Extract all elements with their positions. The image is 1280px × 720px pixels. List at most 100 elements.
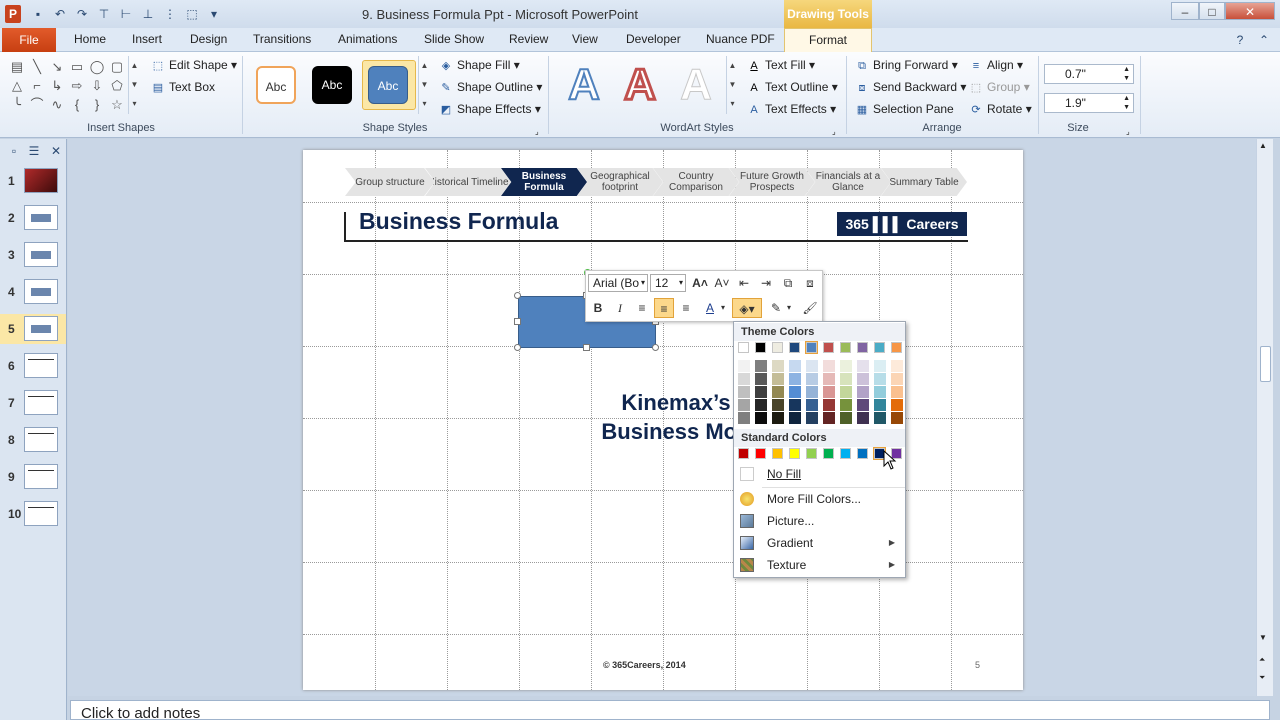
line-shape-icon[interactable]: ╲ [28, 58, 46, 76]
theme-shade-swatch[interactable] [891, 373, 903, 385]
minimize-button[interactable]: – [1171, 2, 1199, 20]
text-outline-button[interactable]: A Text Outline ▾ [746, 77, 837, 97]
tab-view[interactable]: View [572, 32, 598, 46]
nav-step-summary-table[interactable]: Summary Table [881, 168, 967, 196]
slide-thumbnail[interactable]: 1 [0, 166, 66, 196]
theme-shade-swatch[interactable] [806, 412, 818, 424]
theme-color-swatch[interactable] [789, 342, 800, 353]
theme-shade-swatch[interactable] [806, 399, 818, 411]
theme-shade-swatch[interactable] [755, 386, 767, 398]
left-brace-shape-icon[interactable]: { [68, 96, 86, 114]
theme-color-swatch[interactable] [772, 342, 783, 353]
wordart-style-outline-grey[interactable]: A [671, 60, 721, 110]
scroll-up-icon[interactable]: ▲ [1259, 141, 1267, 150]
format-painter-icon[interactable]: 🖌 [800, 298, 820, 318]
triangle-shape-icon[interactable]: △ [8, 77, 26, 95]
tab-review[interactable]: Review [509, 32, 548, 46]
standard-color-swatch[interactable] [840, 448, 851, 459]
tab-developer[interactable]: Developer [626, 32, 681, 46]
theme-shade-swatch[interactable] [755, 412, 767, 424]
theme-shade-swatch[interactable] [823, 373, 835, 385]
freeform-shape-icon[interactable]: ∿ [48, 96, 66, 114]
picture-fill-option[interactable]: Picture... [734, 510, 905, 532]
down-arrow-shape-icon[interactable]: ⇩ [88, 77, 106, 95]
right-arrow-shape-icon[interactable]: ⇨ [68, 77, 86, 95]
theme-shade-swatch[interactable] [806, 386, 818, 398]
font-size-select[interactable]: 12 ▾ [650, 274, 686, 292]
edit-shape-button[interactable]: ⬚ Edit Shape ▾ [150, 55, 237, 75]
tab-format[interactable]: Format [784, 28, 872, 53]
rotate-button[interactable]: ⟳ Rotate ▾ [968, 99, 1031, 119]
theme-shade-swatch[interactable] [823, 412, 835, 424]
shape-style-solid-black[interactable]: Abc [312, 66, 352, 104]
slide-thumbnail[interactable]: 2 [0, 203, 66, 233]
text-box-shape-icon[interactable]: ▤ [8, 58, 26, 76]
shapes-gallery[interactable]: ▤ ╲ ↘ ▭ ◯ ▢ △ ⌐ ↳ ⇨ ⇩ ⬠ ╰ ⌒ ∿ { } ☆ [8, 58, 140, 114]
arc-shape-icon[interactable]: ⌒ [28, 96, 46, 114]
slide-title[interactable]: Business Formula [359, 208, 558, 235]
nav-step-group-structure[interactable]: Group structure [345, 168, 435, 196]
standard-color-swatch[interactable] [823, 448, 834, 459]
texture-fill-option[interactable]: Texture ▶ [734, 554, 905, 576]
theme-color-swatch[interactable] [840, 342, 851, 353]
nav-step-country-comparison[interactable]: Country Comparison [653, 168, 739, 196]
send-backward-button[interactable]: ⧈ Send Backward ▾ [854, 77, 967, 97]
scroll-thumb[interactable] [1260, 346, 1271, 382]
slide-thumbnail[interactable]: 5 [0, 314, 66, 344]
close-button[interactable]: ✕ [1225, 2, 1275, 20]
selection-pane-button[interactable]: ▦ Selection Pane [854, 99, 954, 119]
send-to-back-icon[interactable]: ⧈ [800, 273, 820, 293]
curve-shape-icon[interactable]: ╰ [8, 96, 26, 114]
help-icon[interactable]: ? [1232, 32, 1248, 48]
theme-shade-swatch[interactable] [772, 360, 784, 372]
tab-file[interactable]: File [2, 28, 56, 52]
shape-style-blue-selected[interactable]: Abc [368, 66, 408, 104]
standard-color-swatch[interactable] [806, 448, 817, 459]
theme-shade-swatch[interactable] [806, 360, 818, 372]
group-button[interactable]: ⬚ Group ▾ [968, 77, 1030, 97]
wordart-style-outline-blue[interactable]: A [559, 59, 609, 110]
nav-step-future-growth-prospects[interactable]: Future Growth Prospects [729, 168, 815, 196]
nav-step-financials-at-a-glance[interactable]: Financials at a Glance [805, 168, 891, 196]
elbow-connector-shape-icon[interactable]: ⌐ [28, 77, 46, 95]
theme-shade-swatch[interactable] [874, 386, 886, 398]
theme-shade-swatch[interactable] [823, 399, 835, 411]
tab-slide-show[interactable]: Slide Show [424, 32, 484, 46]
rounded-rectangle-shape-icon[interactable]: ▢ [108, 58, 126, 76]
right-brace-shape-icon[interactable]: } [88, 96, 106, 114]
vertical-scrollbar[interactable]: ▲ ▼ ⏶ ⏷ [1256, 139, 1273, 696]
pentagon-shape-icon[interactable]: ⬠ [108, 77, 126, 95]
decrease-indent-icon[interactable]: ⇤ [734, 273, 754, 293]
elbow-arrow-shape-icon[interactable]: ↳ [48, 77, 66, 95]
grow-font-icon[interactable]: A˄ [690, 273, 710, 293]
maximize-button[interactable]: □ [1199, 2, 1225, 20]
theme-shade-swatch[interactable] [874, 412, 886, 424]
theme-shade-swatch[interactable] [738, 360, 750, 372]
notes-pane[interactable]: Click to add notes [70, 700, 1270, 720]
theme-shade-swatch[interactable] [840, 373, 852, 385]
theme-shade-swatch[interactable] [755, 360, 767, 372]
theme-shade-swatch[interactable] [823, 386, 835, 398]
tab-animations[interactable]: Animations [338, 32, 397, 46]
slide-thumbnail[interactable]: 8 [0, 425, 66, 455]
nav-step-geographical-footprint[interactable]: Geographical footprint [577, 168, 663, 196]
bring-to-front-icon[interactable]: ⧉ [778, 273, 798, 293]
slide-thumbnail[interactable]: 9 [0, 462, 66, 492]
theme-shade-swatch[interactable] [738, 399, 750, 411]
shape-style-outline-orange[interactable]: Abc [256, 66, 296, 104]
tab-transitions[interactable]: Transitions [253, 32, 311, 46]
resize-handle-bottom-left[interactable] [514, 344, 521, 351]
resize-handle-left[interactable] [514, 318, 521, 325]
slide-thumbnail[interactable]: 3 [0, 240, 66, 270]
tab-design[interactable]: Design [190, 32, 227, 46]
outline-tab-icon[interactable]: ☰ [26, 143, 42, 159]
next-slide-icon[interactable]: ⏷ [1259, 673, 1265, 683]
no-fill-option[interactable]: No Fill [734, 463, 905, 485]
tab-home[interactable]: Home [74, 32, 106, 46]
theme-shade-swatch[interactable] [891, 360, 903, 372]
theme-shade-swatch[interactable] [738, 373, 750, 385]
standard-color-swatch[interactable] [738, 448, 749, 459]
shapes-gallery-scroll[interactable]: ▲ ▼ ▾ [128, 56, 140, 114]
shape-width-input[interactable]: 1.9" ▲ ▼ [1044, 93, 1134, 113]
theme-shade-swatch[interactable] [874, 373, 886, 385]
